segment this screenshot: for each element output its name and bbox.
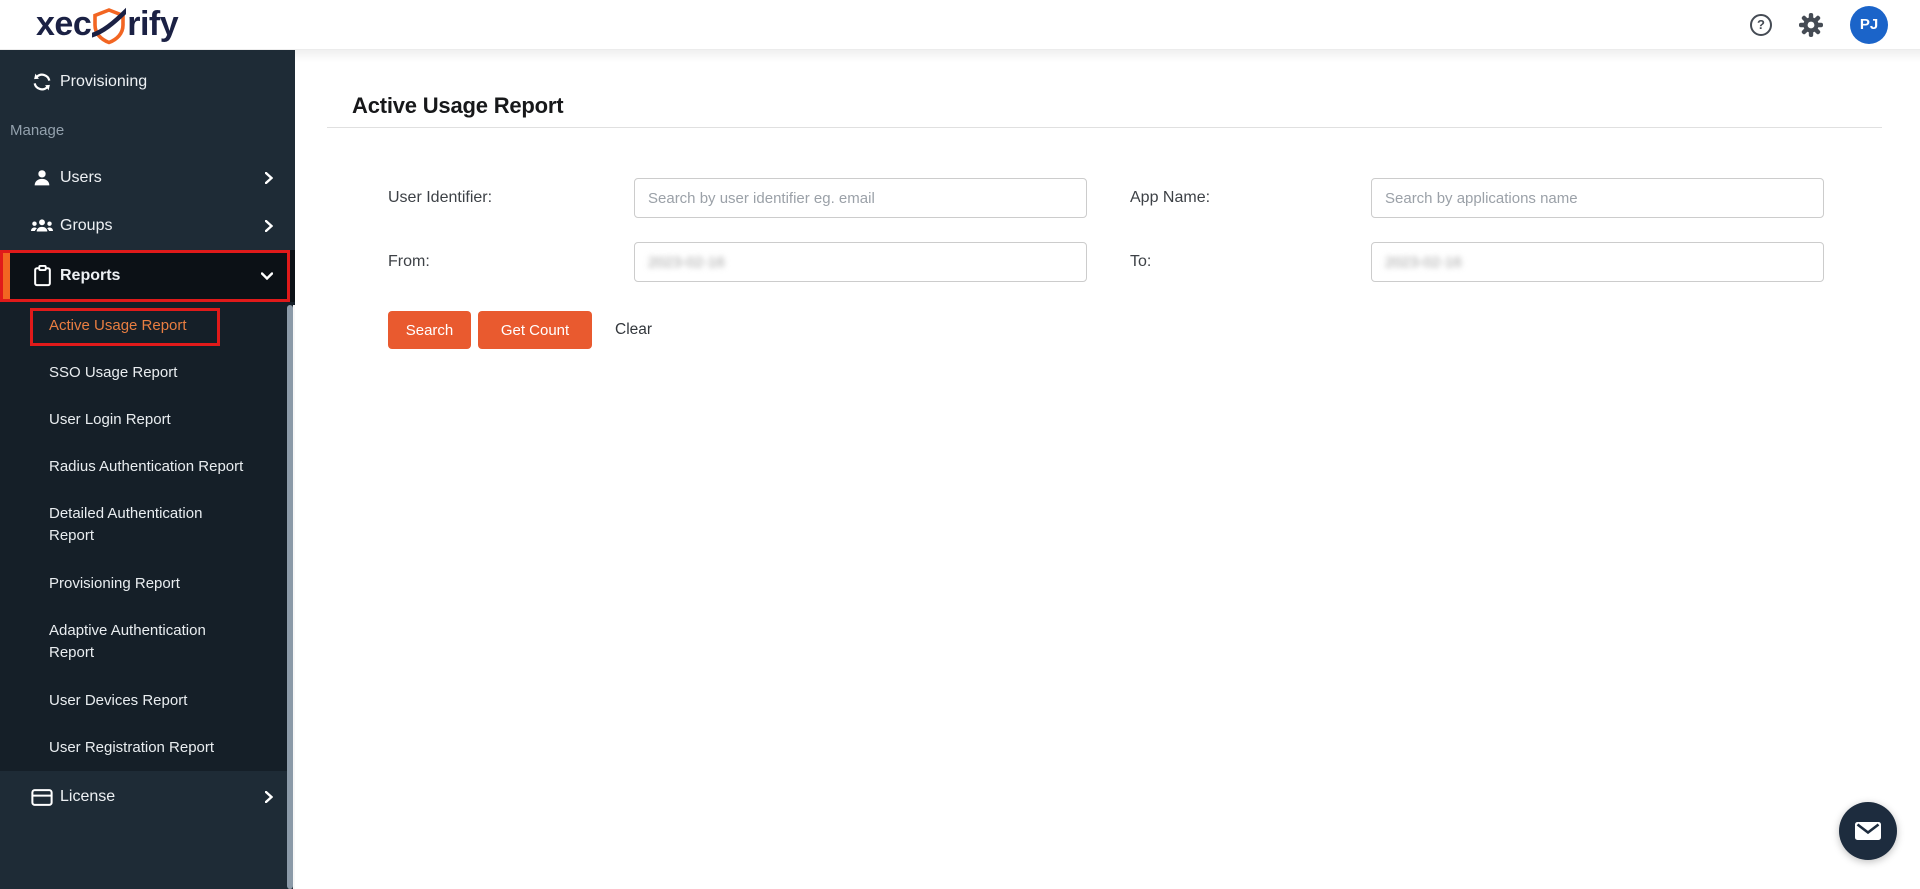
sidebar-item-license[interactable]: License	[0, 771, 295, 823]
sidebar-subitem-adaptive-authentication-report[interactable]: Adaptive Authentication Report	[0, 607, 295, 677]
app-name-input[interactable]	[1371, 178, 1824, 218]
xecurify-logo[interactable]: xec rify	[36, 5, 179, 44]
envelope-icon	[1855, 822, 1881, 840]
from-date-label: From:	[388, 253, 430, 270]
clipboard-icon	[30, 264, 54, 288]
gear-icon[interactable]	[1798, 12, 1824, 38]
sidebar-item-label: Reports	[60, 267, 121, 284]
sidebar-subitem-user-registration-report[interactable]: User Registration Report	[0, 724, 295, 771]
active-indicator-bar	[3, 253, 10, 299]
chevron-right-icon	[265, 172, 273, 184]
to-date-label: To:	[1130, 253, 1152, 270]
header-actions: ? PJ	[1750, 5, 1888, 44]
clear-link[interactable]: Clear	[615, 311, 652, 349]
main-content: Active Usage Report User Identifier: App…	[295, 50, 1920, 889]
sidebar-item-groups[interactable]: Groups	[0, 202, 295, 250]
sync-icon	[30, 70, 54, 94]
sidebar-subitem-user-devices-report[interactable]: User Devices Report	[0, 677, 295, 724]
license-card-icon	[30, 785, 54, 809]
chevron-right-icon	[265, 791, 273, 803]
sidebar-item-label: Provisioning	[60, 73, 148, 90]
from-date-value-blurred: 2023-02-16	[648, 253, 725, 271]
sidebar-subitem-radius-authentication-report[interactable]: Radius Authentication Report	[0, 443, 295, 490]
sidebar-subitem-sso-usage-report[interactable]: SSO Usage Report	[0, 349, 295, 396]
sidebar-item-label: License	[60, 788, 116, 805]
reports-submenu: Active Usage Report SSO Usage Report Use…	[0, 302, 295, 771]
search-button[interactable]: Search	[388, 311, 471, 349]
to-date-input[interactable]: 2023-02-16	[1371, 242, 1824, 282]
logo-text-before: xec	[36, 5, 92, 43]
sidebar: Provisioning Manage Users Groups Reports…	[0, 50, 295, 889]
to-date-value-blurred: 2023-02-16	[1385, 253, 1462, 271]
sidebar-subitem-active-usage-report[interactable]: Active Usage Report	[0, 302, 295, 349]
sidebar-item-reports[interactable]: Reports	[0, 250, 295, 302]
app-name-label: App Name:	[1130, 189, 1211, 206]
sidebar-item-provisioning[interactable]: Provisioning	[0, 58, 295, 106]
sidebar-subitem-user-login-report[interactable]: User Login Report	[0, 396, 295, 443]
help-icon[interactable]: ?	[1750, 13, 1772, 36]
chevron-down-icon	[261, 272, 273, 280]
sidebar-section-manage: Manage	[10, 121, 65, 139]
chat-widget-button[interactable]	[1839, 802, 1897, 860]
get-count-button[interactable]: Get Count	[478, 311, 592, 349]
sidebar-scrollbar-track	[293, 305, 295, 889]
logo-text-after: rify	[127, 5, 179, 43]
group-icon	[30, 214, 54, 238]
sidebar-subitem-detailed-authentication-report[interactable]: Detailed Authentication Report	[0, 490, 295, 560]
top-header: xec rify ? PJ	[0, 0, 1920, 50]
user-icon	[30, 166, 54, 190]
page-title: Active Usage Report	[352, 93, 564, 118]
sidebar-scrollbar-thumb[interactable]	[287, 305, 293, 889]
avatar[interactable]: PJ	[1850, 5, 1888, 44]
sidebar-item-label: Groups	[60, 217, 113, 234]
sidebar-item-label: Users	[60, 169, 102, 186]
title-divider	[327, 127, 1882, 128]
sidebar-subitem-provisioning-report[interactable]: Provisioning Report	[0, 560, 295, 607]
from-date-input[interactable]: 2023-02-16	[634, 242, 1087, 282]
user-identifier-input[interactable]	[634, 178, 1087, 218]
shield-logo-icon	[92, 7, 127, 44]
chevron-right-icon	[265, 220, 273, 232]
sidebar-item-users[interactable]: Users	[0, 154, 295, 202]
user-identifier-label: User Identifier:	[388, 189, 493, 206]
